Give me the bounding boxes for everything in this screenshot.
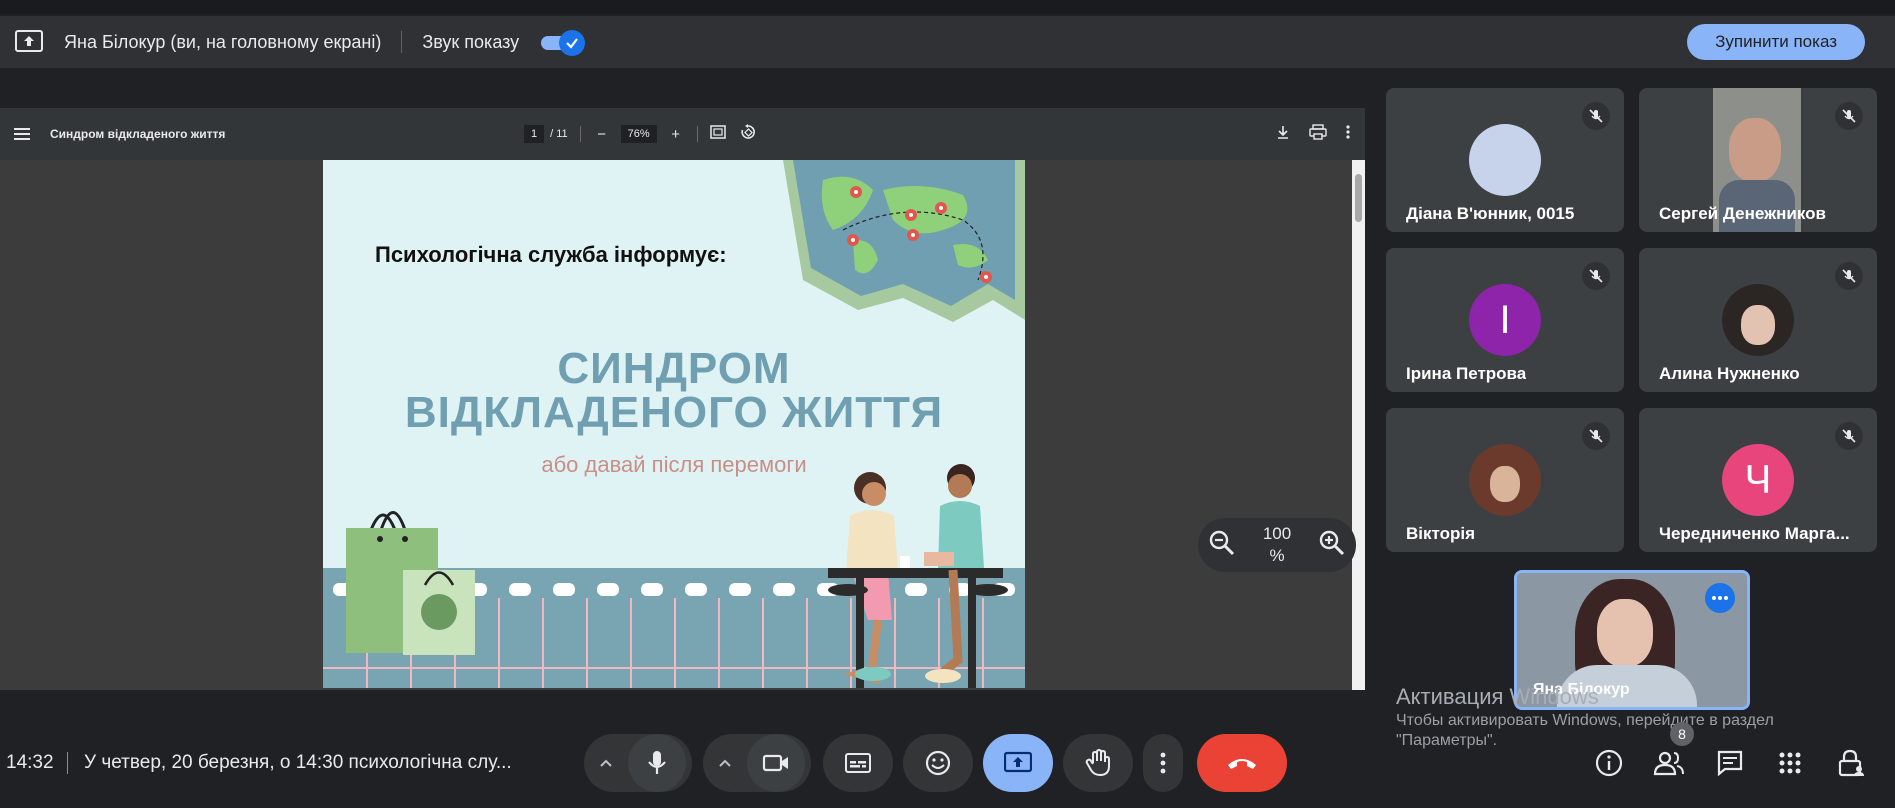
presenting-bar: Яна Білокур (ви, на головному екрані) Зв… bbox=[0, 16, 1895, 68]
slide-title-line2: ВІДКЛАДЕНОГО ЖИТТЯ bbox=[404, 388, 944, 437]
phone-hangup-icon bbox=[1228, 759, 1256, 769]
participant-tile[interactable]: Вікторія bbox=[1386, 408, 1624, 552]
participant-name: Діана В'юнник, 0015 bbox=[1406, 204, 1575, 223]
present-to-all-icon bbox=[1004, 751, 1032, 773]
divider bbox=[579, 126, 581, 142]
activities-button[interactable] bbox=[1771, 744, 1809, 782]
mic-off-icon bbox=[1835, 262, 1863, 290]
meeting-title[interactable]: У четвер, 20 березня, о 14:30 психологіч… bbox=[84, 752, 554, 774]
pdf-toolbar: Синдром відкладеного життя 1 / 11 − 76% … bbox=[0, 108, 1365, 160]
page-number-input[interactable]: 1 bbox=[524, 125, 545, 143]
more-options-icon[interactable] bbox=[1705, 583, 1735, 613]
more-options-button[interactable] bbox=[1143, 734, 1183, 792]
more-vert-icon[interactable] bbox=[1345, 124, 1351, 145]
chevron-up-icon[interactable] bbox=[703, 758, 747, 768]
shopping-bags-illustration bbox=[346, 511, 475, 655]
page-total: / 11 bbox=[550, 128, 568, 140]
meeting-details-button[interactable] bbox=[1590, 744, 1628, 782]
people-count-badge: 8 bbox=[1670, 722, 1694, 746]
zoom-value: 100 % bbox=[1262, 524, 1292, 565]
apps-grid-icon bbox=[1779, 752, 1801, 774]
chevron-up-icon[interactable] bbox=[584, 758, 628, 768]
mic-off-icon bbox=[1835, 422, 1863, 450]
rotate-icon[interactable] bbox=[740, 123, 756, 145]
scrollbar-thumb[interactable] bbox=[1355, 174, 1362, 222]
chat-icon bbox=[1717, 750, 1743, 776]
avatar bbox=[1722, 284, 1794, 356]
avatar: І bbox=[1469, 284, 1541, 356]
participant-name: Алина Нужненко bbox=[1659, 364, 1800, 383]
avatar bbox=[1469, 444, 1541, 516]
lock-person-icon bbox=[1838, 749, 1864, 777]
pdf-title: Синдром відкладеного життя bbox=[50, 127, 226, 141]
zoom-in-icon[interactable] bbox=[1318, 529, 1346, 562]
host-controls-button[interactable] bbox=[1832, 744, 1870, 782]
avatar: Ч bbox=[1722, 444, 1794, 516]
more-vert-icon bbox=[1160, 752, 1166, 774]
captions-button[interactable] bbox=[823, 734, 893, 792]
pdf-scrollbar[interactable] bbox=[1352, 160, 1365, 690]
world-map-illustration bbox=[783, 160, 1025, 322]
participant-tile[interactable]: Ч Чередниченко Марга... bbox=[1639, 408, 1877, 552]
avatar bbox=[1469, 124, 1541, 196]
hand-icon bbox=[1085, 749, 1110, 777]
participant-tile[interactable]: Сергей Денежников bbox=[1639, 88, 1877, 232]
slide-heading: Психологічна служба інформує: bbox=[375, 242, 727, 267]
participant-name: Вікторія bbox=[1406, 524, 1476, 543]
participant-tile[interactable]: Алина Нужненко bbox=[1639, 248, 1877, 392]
reactions-button[interactable] bbox=[903, 734, 973, 792]
video-camera-icon bbox=[762, 754, 788, 772]
people-at-table-illustration bbox=[828, 464, 1008, 688]
chat-button[interactable] bbox=[1711, 744, 1749, 782]
divider bbox=[67, 752, 68, 774]
pdf-content-area: Психологічна служба інформує: СИНДРОМ ВІ… bbox=[0, 160, 1352, 690]
presenter-label: Яна Білокур (ви, на головному екрані) bbox=[64, 31, 382, 52]
download-icon[interactable] bbox=[1275, 124, 1291, 145]
mic-off-icon bbox=[1835, 102, 1863, 130]
raise-hand-button[interactable] bbox=[1063, 734, 1133, 792]
participant-name: Ірина Петрова bbox=[1406, 364, 1527, 383]
camera-control-group bbox=[703, 734, 811, 792]
participant-name: Чередниченко Марга... bbox=[1659, 524, 1850, 543]
print-icon[interactable] bbox=[1309, 123, 1327, 145]
present-screen-button[interactable] bbox=[983, 734, 1053, 792]
divider bbox=[401, 31, 403, 53]
zoom-out-button[interactable]: − bbox=[593, 126, 611, 143]
camera-button[interactable] bbox=[747, 734, 805, 792]
leave-call-button[interactable] bbox=[1197, 734, 1287, 792]
slide-title-line1: СИНДРОМ bbox=[557, 344, 791, 393]
fit-page-icon[interactable] bbox=[709, 124, 726, 144]
mic-off-icon bbox=[1582, 102, 1610, 130]
zoom-out-icon[interactable] bbox=[1208, 529, 1236, 562]
mic-off-icon bbox=[1582, 422, 1610, 450]
windows-activation-watermark: Активация Windows Чтобы активировать Win… bbox=[1396, 684, 1774, 749]
zoom-control: 100 % bbox=[1198, 518, 1356, 572]
emoji-icon bbox=[925, 750, 951, 776]
pdf-viewer: Синдром відкладеного життя 1 / 11 − 76% … bbox=[0, 108, 1365, 690]
zoom-in-button[interactable]: + bbox=[667, 126, 685, 143]
divider bbox=[696, 126, 698, 142]
clock: 14:32 bbox=[6, 752, 54, 773]
zoom-input[interactable]: 76% bbox=[620, 125, 657, 143]
people-button[interactable] bbox=[1650, 744, 1688, 782]
captions-icon bbox=[845, 753, 871, 773]
info-icon bbox=[1595, 749, 1623, 777]
present-screen-icon bbox=[14, 29, 44, 55]
sound-toggle[interactable] bbox=[539, 29, 586, 56]
mic-button[interactable] bbox=[628, 734, 686, 792]
check-icon bbox=[559, 30, 586, 56]
participant-tile[interactable]: І Ірина Петрова bbox=[1386, 248, 1624, 392]
mic-off-icon bbox=[1582, 262, 1610, 290]
participant-name: Сергей Денежников bbox=[1659, 204, 1826, 223]
stop-presenting-button[interactable]: Зупинити показ bbox=[1687, 24, 1865, 60]
mic-control-group bbox=[584, 734, 692, 792]
menu-icon[interactable] bbox=[14, 126, 30, 142]
mic-icon bbox=[648, 751, 666, 774]
top-strip bbox=[0, 0, 1895, 14]
participant-tile[interactable]: Діана В'юнник, 0015 bbox=[1386, 88, 1624, 232]
slide-page: Психологічна служба інформує: СИНДРОМ ВІ… bbox=[323, 160, 1025, 688]
people-icon bbox=[1653, 751, 1684, 776]
sound-label: Звук показу bbox=[422, 31, 520, 52]
